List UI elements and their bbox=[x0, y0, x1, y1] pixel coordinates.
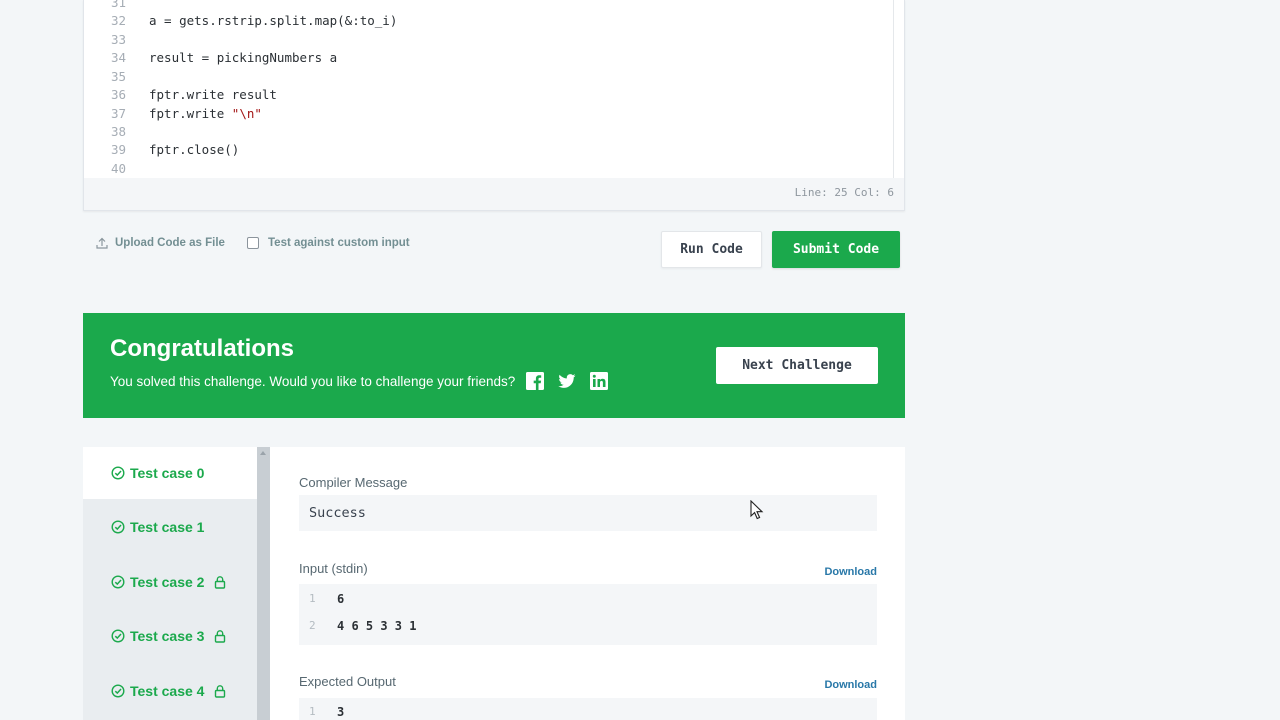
input-line: 16 bbox=[309, 592, 345, 606]
compiler-message-label: Compiler Message bbox=[299, 475, 408, 490]
tab-test-case-2[interactable]: Test case 2 bbox=[83, 556, 257, 608]
tab-test-case-1[interactable]: Test case 1 bbox=[83, 501, 257, 553]
custom-input-checkbox[interactable] bbox=[247, 237, 259, 249]
submit-code-button[interactable]: Submit Code bbox=[772, 231, 900, 268]
tab-label: Test case 3 bbox=[130, 628, 205, 644]
upload-label: Upload Code as File bbox=[115, 237, 225, 249]
editor-status-bar: Line: 25 Col: 6 bbox=[84, 178, 904, 210]
test-results-panel: Test case 0 Test case 1 Test case 2 Test… bbox=[83, 447, 905, 720]
congrats-message: You solved this challenge. Would you lik… bbox=[110, 374, 516, 389]
mouse-pointer-icon bbox=[750, 500, 764, 520]
code-text: fptr.write bbox=[149, 106, 232, 121]
lock-icon bbox=[215, 576, 226, 589]
check-circle-icon bbox=[111, 629, 125, 643]
tab-test-case-3[interactable]: Test case 3 bbox=[83, 610, 257, 662]
output-line: 13 bbox=[309, 705, 345, 719]
editor-actions: Upload Code as File Test against custom … bbox=[83, 228, 905, 270]
tab-test-case-4[interactable]: Test case 4 bbox=[83, 665, 257, 717]
tab-label: Test case 2 bbox=[130, 574, 205, 590]
upload-code-link[interactable]: Upload Code as File bbox=[96, 237, 225, 249]
upload-icon bbox=[96, 237, 108, 249]
compiler-message: Success bbox=[299, 495, 877, 531]
run-code-button[interactable]: Run Code bbox=[661, 231, 762, 268]
tab-test-case-0[interactable]: Test case 0 bbox=[83, 447, 257, 499]
code-string: "\n" bbox=[231, 106, 262, 121]
expected-output-box: 13 bbox=[299, 698, 877, 720]
scroll-up-arrow-icon[interactable] bbox=[258, 449, 268, 457]
congratulations-banner: Congratulations You solved this challeng… bbox=[83, 313, 905, 418]
check-circle-icon bbox=[111, 575, 125, 589]
next-challenge-button[interactable]: Next Challenge bbox=[716, 347, 878, 384]
input-download-link[interactable]: Download bbox=[824, 566, 877, 578]
congrats-title: Congratulations bbox=[110, 335, 294, 362]
test-case-tabs: Test case 0 Test case 1 Test case 2 Test… bbox=[83, 447, 270, 720]
linkedin-icon[interactable] bbox=[590, 372, 608, 390]
twitter-icon[interactable] bbox=[558, 372, 576, 390]
cursor-position: Line: 25 Col: 6 bbox=[794, 186, 894, 199]
code-area[interactable]: 31 32 a = gets.rstrip.split.map(&:to_i) 3… bbox=[84, 0, 894, 178]
expected-download-link[interactable]: Download bbox=[824, 679, 877, 691]
facebook-icon[interactable] bbox=[526, 372, 544, 390]
lock-icon bbox=[215, 630, 226, 643]
tab-label: Test case 0 bbox=[130, 465, 205, 481]
input-label: Input (stdin) bbox=[299, 561, 368, 576]
expected-output-label: Expected Output bbox=[299, 674, 396, 689]
check-circle-icon bbox=[111, 520, 125, 534]
custom-input-toggle[interactable]: Test against custom input bbox=[247, 237, 410, 249]
code-editor[interactable]: 31 32 a = gets.rstrip.split.map(&:to_i) 3… bbox=[83, 0, 905, 211]
check-circle-icon bbox=[111, 684, 125, 698]
test-case-detail: Compiler Message Success Input (stdin) D… bbox=[299, 447, 889, 720]
input-box: 16 24 6 5 3 3 1 bbox=[299, 584, 877, 645]
input-line: 24 6 5 3 3 1 bbox=[309, 619, 417, 633]
custom-input-label: Test against custom input bbox=[268, 237, 410, 249]
check-circle-icon bbox=[111, 466, 125, 480]
tab-label: Test case 4 bbox=[130, 683, 205, 699]
lock-icon bbox=[215, 685, 226, 698]
tab-label: Test case 1 bbox=[130, 519, 205, 535]
